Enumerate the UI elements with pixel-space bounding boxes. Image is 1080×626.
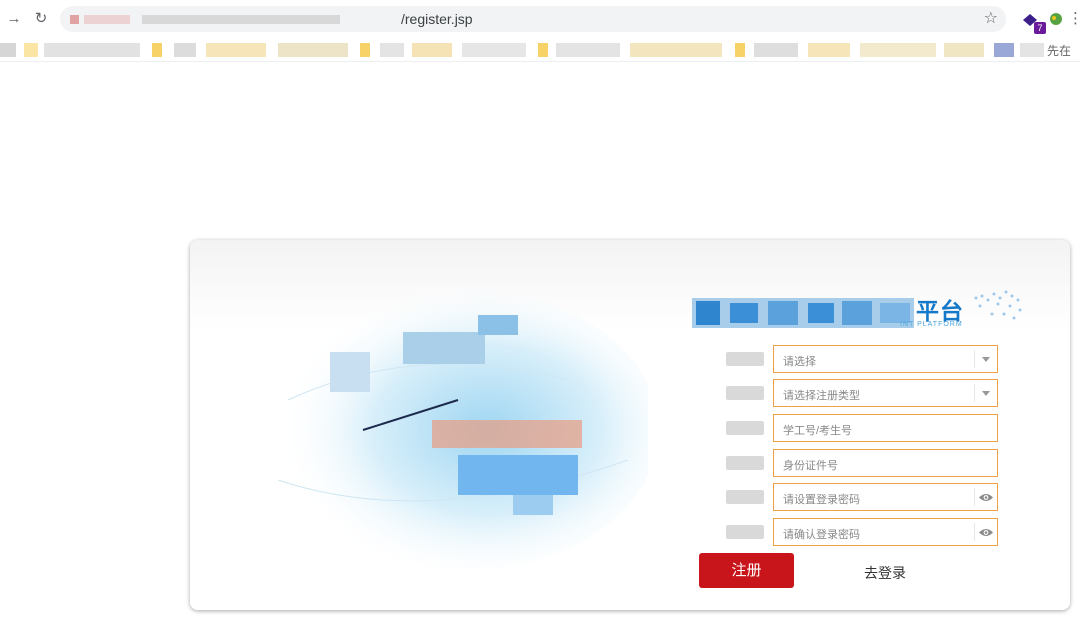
field-label: [726, 456, 764, 470]
register-button[interactable]: 注册: [699, 553, 794, 588]
reload-icon[interactable]: ↻: [31, 9, 51, 29]
register-type-select[interactable]: 请选择注册类型: [773, 379, 998, 407]
bookmark-item[interactable]: [462, 43, 526, 57]
banner-illustration: [268, 280, 658, 580]
bookmark-item[interactable]: [630, 43, 722, 57]
input-placeholder: 请设置登录密码: [783, 494, 860, 506]
field-label: [726, 525, 764, 539]
form-row-3: 学工号/考生号: [720, 414, 1000, 442]
bookmark-item[interactable]: [278, 43, 348, 57]
bookmark-label[interactable]: 先在: [1047, 42, 1071, 59]
field-divider: [974, 384, 975, 402]
form-row-1: 请选择: [720, 345, 1000, 373]
bookmark-item[interactable]: [994, 43, 1014, 57]
field-divider: [974, 488, 975, 506]
menu-icon[interactable]: ⋮: [1068, 9, 1080, 29]
blurred-logo: [330, 352, 370, 392]
form-row-2: 请选择注册类型: [720, 379, 1000, 407]
bookmark-item[interactable]: [206, 43, 266, 57]
field-divider: [974, 523, 975, 541]
bookmark-item[interactable]: [1020, 43, 1044, 57]
field-divider: [974, 350, 975, 368]
bookmarks-bar: 先在: [0, 38, 1080, 62]
eye-icon[interactable]: [978, 527, 994, 538]
bookmark-item[interactable]: [360, 43, 370, 57]
bookmark-item[interactable]: [556, 43, 620, 57]
school-select[interactable]: 请选择: [773, 345, 998, 373]
bookmark-item[interactable]: [754, 43, 798, 57]
url-blur: [84, 15, 130, 24]
go-login-link[interactable]: 去登录: [864, 563, 906, 583]
input-placeholder: 学工号/考生号: [783, 425, 853, 437]
bookmark-item[interactable]: [174, 43, 196, 57]
platform-logo: 平台 INT PLATFORM: [692, 290, 1028, 334]
form-row-6: 请确认登录密码: [720, 518, 1000, 546]
bookmark-item[interactable]: [380, 43, 404, 57]
blurred-logo: [432, 420, 582, 448]
select-placeholder: 请选择注册类型: [783, 390, 860, 402]
field-label: [726, 352, 764, 366]
select-placeholder: 请选择: [783, 356, 816, 368]
extension-badge: 7: [1034, 22, 1046, 34]
browser-toolbar: → ↻ /register.jsp ☆ 7 ⋮: [0, 0, 1080, 38]
confirm-password-field[interactable]: 请确认登录密码: [773, 518, 998, 546]
bookmark-item[interactable]: [860, 43, 936, 57]
bookmark-item[interactable]: [24, 43, 38, 57]
extension-icon[interactable]: [1047, 10, 1067, 30]
field-label: [726, 421, 764, 435]
address-bar[interactable]: /register.jsp ☆: [60, 6, 1006, 32]
input-placeholder: 身份证件号: [783, 460, 838, 472]
bookmark-item[interactable]: [808, 43, 850, 57]
register-card: 平台 INT PLATFORM 请选择 请选择注册类型 学工号/考生号 身份证件…: [190, 240, 1070, 610]
blurred-logo: [458, 455, 578, 495]
eye-icon[interactable]: [978, 492, 994, 503]
bookmark-item[interactable]: [412, 43, 452, 57]
bookmark-item[interactable]: [735, 43, 745, 57]
url-blur: [142, 15, 340, 24]
site-favicon: [70, 15, 79, 24]
id-card-field[interactable]: 身份证件号: [773, 449, 998, 477]
blurred-logo: [513, 495, 553, 515]
form-row-4: 身份证件号: [720, 449, 1000, 477]
chevron-down-icon[interactable]: [982, 357, 990, 362]
star-icon[interactable]: ☆: [984, 8, 998, 28]
field-label: [726, 386, 764, 400]
bookmark-item[interactable]: [152, 43, 162, 57]
password-field[interactable]: 请设置登录密码: [773, 483, 998, 511]
bookmark-item[interactable]: [44, 43, 140, 57]
forward-icon[interactable]: →: [4, 9, 24, 29]
extension-icon[interactable]: 7: [1021, 10, 1046, 34]
platform-subtitle: INT PLATFORM: [900, 321, 963, 328]
chevron-down-icon[interactable]: [982, 391, 990, 396]
blurred-logo: [403, 332, 485, 364]
input-placeholder: 请确认登录密码: [783, 529, 860, 541]
form-row-5: 请设置登录密码: [720, 483, 1000, 511]
student-id-field[interactable]: 学工号/考生号: [773, 414, 998, 442]
field-label: [726, 490, 764, 504]
bookmark-item[interactable]: [538, 43, 548, 57]
blurred-logo: [478, 315, 518, 335]
bookmark-item[interactable]: [0, 43, 16, 57]
world-map-icon: [968, 284, 1028, 330]
blurred-logo-text: [692, 298, 914, 328]
bookmark-item[interactable]: [944, 43, 984, 57]
url-path: /register.jsp: [401, 11, 473, 27]
